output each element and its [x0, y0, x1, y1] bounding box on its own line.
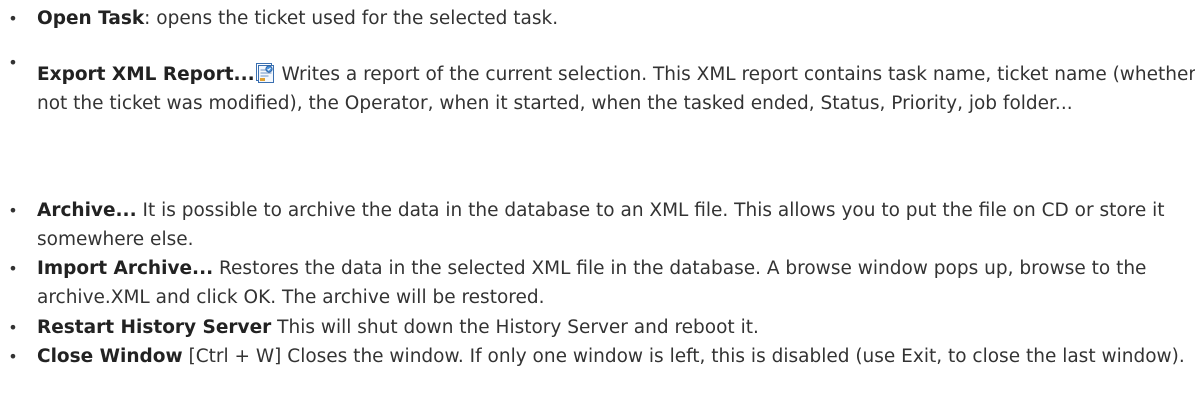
list-item-export-xml-report: • Export XML Report... Writes a report o… [0, 53, 1195, 118]
term-import-archive: Import Archive... [37, 258, 214, 279]
list-item-close-window: • Close Window [Ctrl + W] Closes the win… [0, 342, 1195, 371]
bullet: • [8, 201, 18, 220]
term-open-task: Open Task [37, 8, 145, 29]
document-page: • Open Task: opens the ticket used for t… [0, 0, 1195, 417]
bullet: • [8, 318, 18, 337]
description-archive: It is possible to archive the data in th… [37, 200, 1165, 250]
keyboard-shortcut: [Ctrl + W] [182, 346, 282, 367]
list-item-import-archive: • Import Archive... Restores the data in… [0, 254, 1195, 312]
description-close-window: Closes the window. If only one window is… [281, 346, 1185, 367]
bullet: • [8, 53, 18, 72]
description-restart-history-server: This will shut down the History Server a… [271, 317, 759, 338]
list-item-archive: • Archive... It is possible to archive t… [0, 196, 1195, 254]
bullet: • [8, 347, 18, 366]
xml-report-icon [255, 63, 274, 83]
list-item-open-task: • Open Task: opens the ticket used for t… [0, 4, 1195, 33]
description-open-task: opens the ticket used for the selected t… [150, 8, 559, 29]
term-archive: Archive... [37, 200, 137, 221]
list-item-restart-history-server: • Restart History Server This will shut … [0, 313, 1195, 342]
term-restart-history-server: Restart History Server [37, 317, 272, 338]
term-export-xml-report: Export XML Report... [37, 64, 255, 85]
term-close-window: Close Window [37, 346, 183, 367]
bullet: • [8, 9, 18, 28]
bullet: • [8, 259, 18, 278]
